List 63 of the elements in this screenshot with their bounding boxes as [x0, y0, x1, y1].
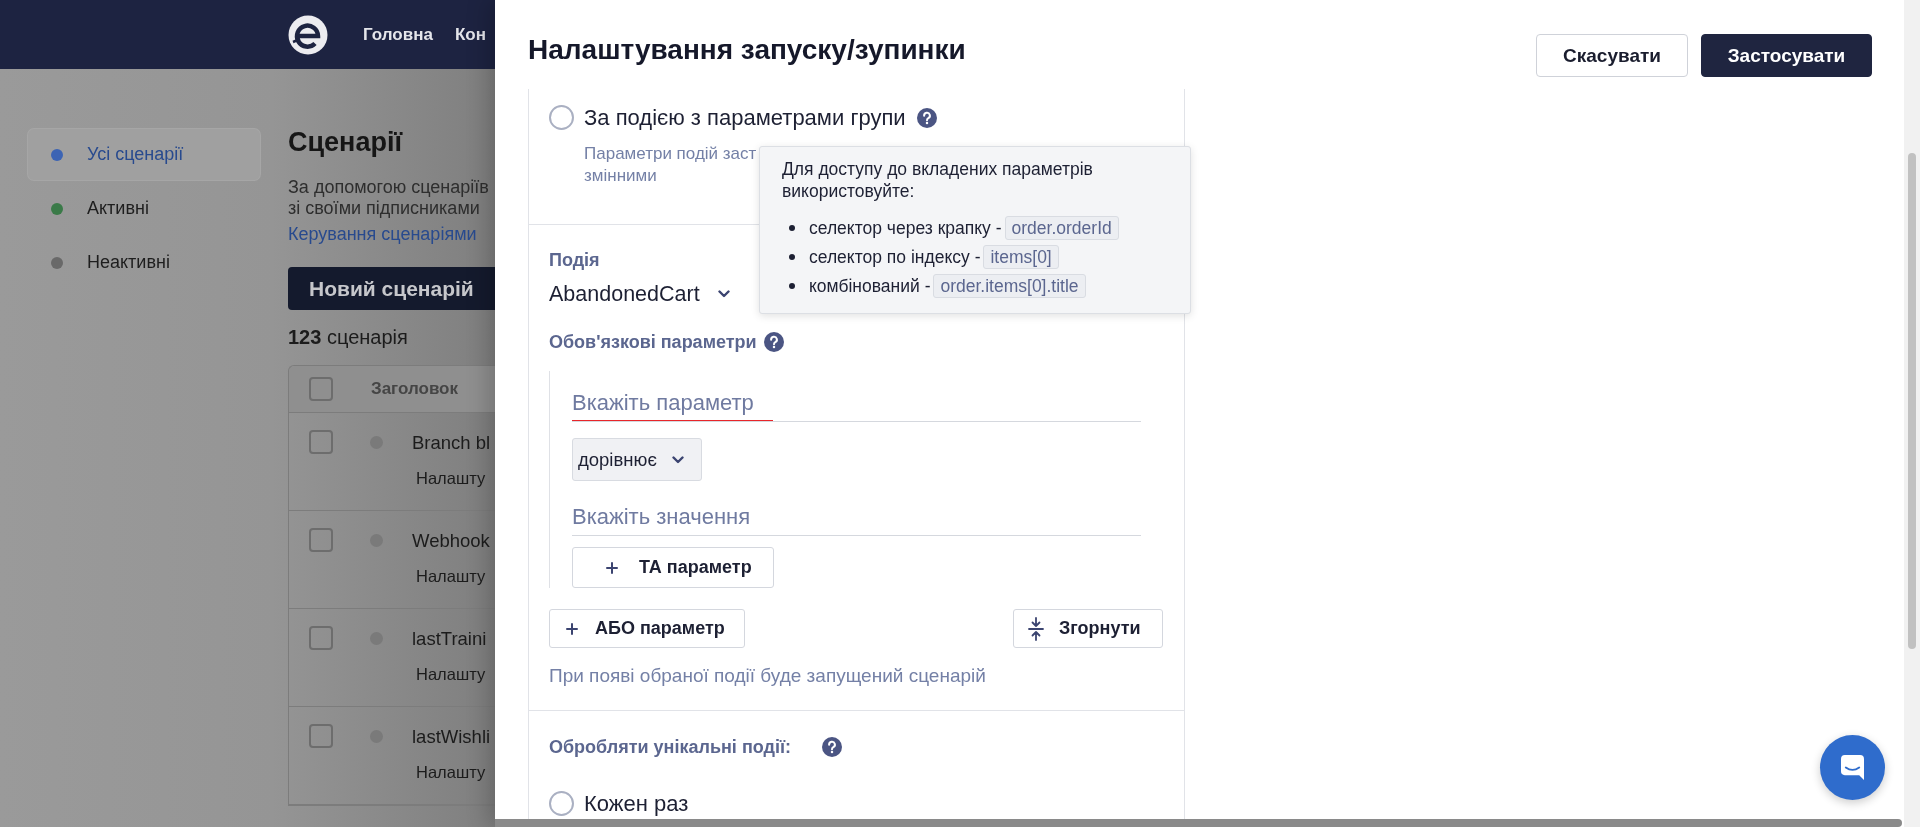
code-snippet: items[0] — [983, 244, 1059, 269]
chat-bubble-icon — [1841, 755, 1864, 780]
scenario-count: 123 сценарія — [288, 325, 409, 349]
chevron-down-icon — [671, 455, 684, 464]
page-description: За допомогою сценаріїв зі своїми підписниками — [288, 177, 490, 219]
add-and-parameter-button[interactable]: ТА параметр — [572, 547, 774, 588]
tooltip-item-text: селектор по індексу - — [809, 245, 981, 268]
event-dropdown[interactable]: AbandonedCart — [549, 281, 730, 307]
row-title: lastTraini — [412, 627, 487, 651]
option-description: Параметри подій заст змінними — [584, 143, 757, 187]
row-checkbox[interactable] — [309, 430, 333, 454]
page-title: Сценарії — [288, 126, 404, 158]
chevron-down-icon — [717, 290, 730, 298]
hint-text: При появі обраної події буде запущений сценарій — [549, 665, 986, 687]
field-label: Обробляти унікальні події: — [549, 736, 791, 758]
tooltip-text: Для доступу до вкладених параметрів використовуйте: — [782, 158, 1094, 202]
row-checkbox[interactable] — [309, 626, 333, 650]
logo-icon[interactable] — [288, 14, 328, 55]
code-snippet: order.items[0].title — [933, 273, 1086, 298]
help-icon[interactable] — [763, 332, 784, 352]
row-title: lastWishli — [412, 725, 491, 749]
row-subtitle: Налашту — [415, 664, 487, 685]
help-icon[interactable] — [916, 107, 937, 128]
radio-button[interactable] — [549, 791, 574, 816]
horizontal-scrollbar-thumb[interactable] — [495, 819, 1902, 827]
radio-label: Кожен раз — [584, 791, 689, 816]
sidebar-item[interactable]: Активні — [28, 183, 260, 234]
radio-button[interactable] — [549, 105, 574, 130]
row-title: Branch bl — [412, 431, 491, 455]
operator-dropdown[interactable]: дорівнює — [572, 438, 702, 481]
scrollbar-thumb[interactable] — [1908, 153, 1916, 649]
code-snippet: order.orderId — [1004, 215, 1119, 240]
nav-link[interactable]: Кон — [454, 24, 486, 45]
bullet-icon — [789, 224, 795, 231]
dialog-title: Налаштування запуску/зупинки — [528, 34, 966, 66]
field-label: Обов'язкові параметри — [549, 331, 757, 353]
value-field[interactable]: Вкажіть значення — [572, 497, 1141, 536]
sidebar-item[interactable]: Неактивні — [28, 237, 260, 288]
plus-icon — [566, 622, 578, 635]
plus-icon — [606, 561, 618, 574]
bullet-icon — [789, 282, 795, 289]
chat-button[interactable] — [1820, 735, 1885, 800]
nav-link[interactable]: Головна — [363, 24, 433, 45]
add-or-parameter-button[interactable]: АБО параметр — [549, 609, 745, 648]
cancel-button[interactable]: Скасувати — [1536, 34, 1688, 77]
row-checkbox[interactable] — [309, 528, 333, 552]
row-checkbox[interactable] — [309, 724, 333, 748]
select-all-checkbox[interactable] — [309, 377, 333, 401]
row-title: Webhook — [412, 529, 490, 553]
collapse-button[interactable]: Згорнути — [1013, 609, 1163, 648]
tooltip-item-text: комбінований - — [809, 274, 931, 297]
field-label: Подія — [549, 249, 600, 271]
new-scenario-button[interactable]: Новий сценарій — [288, 267, 495, 310]
collapse-icon — [1028, 616, 1044, 641]
tooltip-item-text: селектор через крапку - — [809, 216, 1002, 239]
row-subtitle: Налашту — [415, 566, 487, 587]
radio-label: За подією з параметрами групи — [584, 105, 906, 130]
row-subtitle: Налашту — [415, 468, 487, 489]
row-subtitle: Налашту — [415, 762, 487, 783]
column-header: Заголовок — [371, 379, 458, 399]
help-icon[interactable] — [822, 737, 842, 757]
apply-button[interactable]: Застосувати — [1701, 34, 1872, 77]
bullet-icon — [789, 253, 795, 260]
